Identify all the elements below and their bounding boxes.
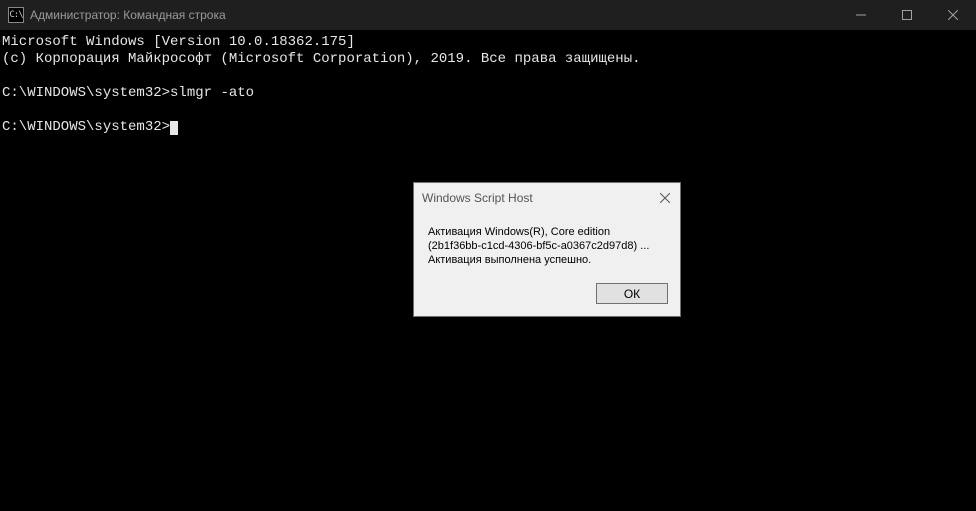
terminal-prompt: C:\WINDOWS\system32> (2, 85, 170, 101)
minimize-icon (856, 10, 866, 20)
maximize-button[interactable] (884, 0, 930, 30)
close-icon (948, 10, 958, 20)
dialog-body: Активация Windows(R), Core edition (2b1f… (414, 213, 680, 273)
terminal-prompt: C:\WINDOWS\system32> (2, 119, 170, 135)
dialog-title-text: Windows Script Host (422, 191, 650, 205)
terminal-line: (c) Корпорация Майкрософт (Microsoft Cor… (2, 51, 641, 67)
system-menu-icon[interactable]: C:\ (8, 7, 24, 23)
ok-button-label: ОК (624, 287, 640, 301)
dialog-close-button[interactable] (650, 183, 680, 213)
dialog-message-line: (2b1f36bb-c1cd-4306-bf5c-a0367c2d97d8) .… (428, 239, 666, 253)
dialog-message-line: Активация выполнена успешно. (428, 253, 666, 267)
ok-button[interactable]: ОК (596, 283, 668, 304)
system-menu-icon-text: C:\ (9, 10, 22, 20)
dialog-titlebar: Windows Script Host (414, 183, 680, 213)
close-icon (660, 193, 670, 203)
dialog-message-line: Активация Windows(R), Core edition (428, 225, 666, 239)
dialog-button-row: ОК (414, 273, 680, 316)
terminal-cursor (170, 121, 178, 135)
window-title: Администратор: Командная строка (30, 8, 226, 22)
window-titlebar: C:\ Администратор: Командная строка (0, 0, 976, 30)
terminal-line: Microsoft Windows [Version 10.0.18362.17… (2, 34, 355, 50)
close-button[interactable] (930, 0, 976, 30)
maximize-icon (902, 10, 912, 20)
message-dialog: Windows Script Host Активация Windows(R)… (413, 182, 681, 317)
terminal-command: slmgr -ato (170, 85, 254, 101)
minimize-button[interactable] (838, 0, 884, 30)
